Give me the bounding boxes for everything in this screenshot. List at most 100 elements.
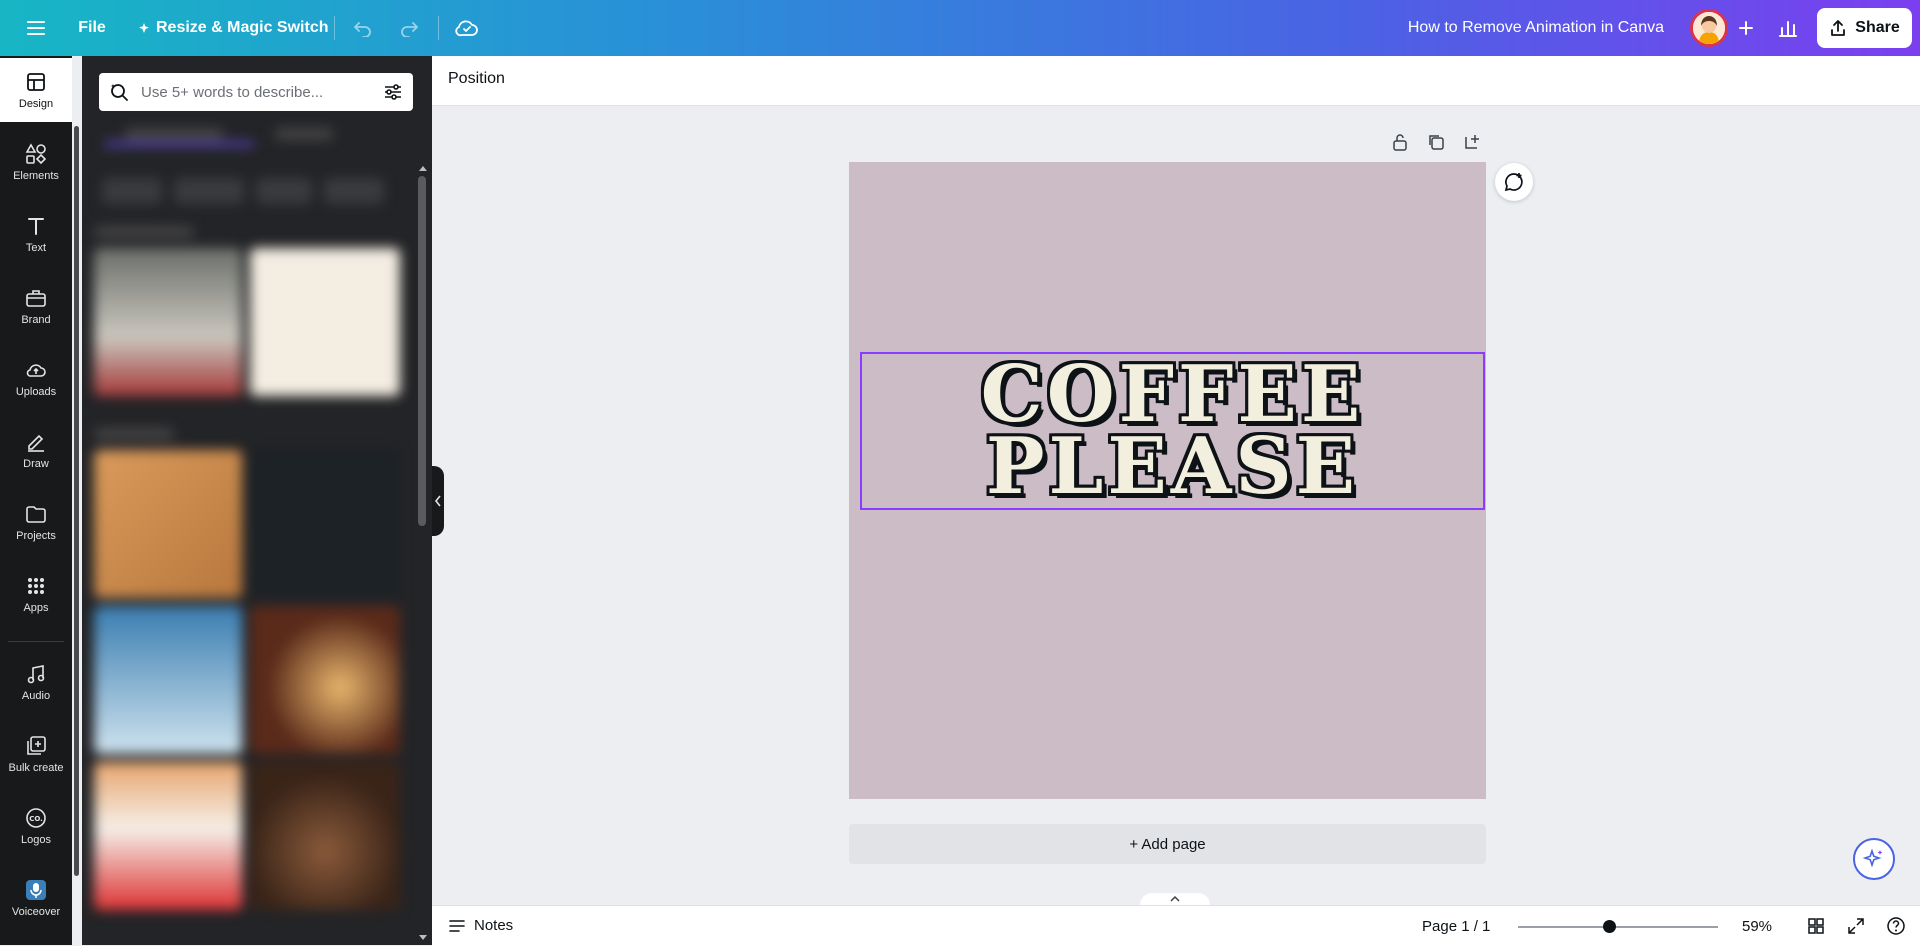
placeholder-block (124, 128, 224, 140)
rail-label: Design (18, 97, 54, 110)
scroll-up-arrow-icon[interactable] (418, 164, 428, 172)
rail-label: Elements (13, 169, 59, 182)
rail-item-uploads[interactable]: Uploads (0, 346, 72, 410)
rail-label: Projects (16, 529, 56, 542)
rail-item-design[interactable]: Design (0, 58, 72, 122)
rail-label: Text (25, 241, 47, 254)
template-thumbnail (250, 450, 400, 598)
logo-icon: CO. (26, 807, 46, 828)
hamburger-icon[interactable] (20, 16, 52, 40)
placeholder-block (274, 128, 334, 140)
chevron-left-icon (434, 495, 441, 507)
placeholder-block (94, 428, 174, 440)
user-avatar[interactable] (1690, 9, 1728, 47)
rail-label: Brand (21, 313, 51, 326)
lock-page-icon[interactable] (1390, 132, 1410, 152)
rail-item-voiceover[interactable]: Voiceover (0, 866, 72, 930)
page-indicator[interactable]: Page 1 / 1 (1422, 918, 1490, 935)
template-thumbnail (250, 606, 400, 754)
magic-search-icon (111, 84, 128, 101)
file-menu-button[interactable]: File (72, 18, 112, 38)
text-icon (28, 217, 44, 235)
template-grid-loading (94, 128, 412, 945)
template-thumbnail (94, 762, 242, 910)
zoom-level[interactable]: 59% (1742, 918, 1772, 935)
comment-add-icon (1504, 173, 1523, 192)
rail-label: Bulk create (8, 761, 64, 774)
layout-icon (27, 72, 45, 91)
briefcase-icon (26, 289, 46, 307)
share-upload-icon (1831, 20, 1846, 36)
chevron-up-icon (1170, 895, 1180, 902)
rail-item-projects[interactable]: Projects (0, 490, 72, 554)
rail-item-brand[interactable]: Brand (0, 274, 72, 338)
template-thumbnail (94, 450, 242, 598)
help-icon[interactable] (1886, 916, 1906, 936)
resize-magic-switch-label: Resize & Magic Switch (156, 19, 329, 36)
duplicate-page-icon[interactable] (1426, 132, 1446, 152)
rail-item-audio[interactable]: Audio (0, 650, 72, 714)
contextual-toolbar: Position (432, 56, 1920, 106)
collapse-panel-button[interactable] (432, 466, 444, 536)
sparkle-crown-icon (139, 23, 149, 33)
rail-scrollbar[interactable] (74, 126, 79, 876)
scroll-down-arrow-icon[interactable] (418, 934, 428, 942)
rail-item-apps[interactable]: Apps (0, 562, 72, 626)
rail-label: Draw (23, 457, 49, 470)
page-actions (1390, 132, 1482, 152)
sparkle-icon (1863, 848, 1883, 868)
fullscreen-icon[interactable] (1846, 916, 1866, 936)
left-rail: Design Elements Text Brand Uploads Draw … (0, 56, 79, 945)
filter-sliders-icon[interactable] (383, 82, 403, 102)
placeholder-block (104, 142, 254, 146)
footer-bar: Notes Page 1 / 1 59% (432, 905, 1920, 946)
show-pages-toggle[interactable] (1140, 893, 1210, 905)
rail-item-logos[interactable]: CO. Logos (0, 794, 72, 858)
resize-magic-switch-button[interactable]: Resize & Magic Switch (138, 18, 329, 38)
design-panel (82, 56, 432, 945)
panel-scrollbar[interactable] (418, 176, 426, 526)
template-search (99, 73, 413, 111)
add-page-icon[interactable] (1462, 132, 1482, 152)
add-comment-button[interactable] (1495, 163, 1533, 201)
redo-icon[interactable] (396, 16, 422, 40)
divider (438, 16, 439, 40)
apps-grid-icon (28, 577, 44, 594)
zoom-slider-handle[interactable] (1603, 920, 1616, 933)
notes-icon (449, 919, 465, 932)
rail-label: Uploads (15, 385, 57, 398)
bulk-create-icon (27, 735, 46, 755)
position-button[interactable]: Position (448, 70, 505, 88)
undo-icon[interactable] (350, 16, 376, 40)
placeholder-block (102, 178, 162, 204)
notes-button[interactable]: Notes (448, 917, 513, 934)
template-thumbnail (250, 762, 400, 910)
search-input[interactable] (139, 82, 383, 102)
rail-item-bulk-create[interactable]: Bulk create (0, 722, 72, 786)
music-note-icon (27, 664, 45, 683)
bar-chart-icon[interactable] (1774, 14, 1802, 42)
share-label: Share (1855, 19, 1900, 36)
rail-label: Apps (23, 601, 49, 614)
placeholder-block (94, 226, 194, 238)
rail-item-text[interactable]: Text (0, 202, 72, 266)
zoom-slider-track[interactable] (1518, 926, 1718, 928)
magic-assistant-button[interactable] (1853, 838, 1895, 880)
rail-item-elements[interactable]: Elements (0, 130, 72, 194)
add-page-button[interactable]: + Add page (849, 824, 1486, 864)
grid-view-icon[interactable] (1806, 916, 1826, 936)
shapes-icon (25, 142, 47, 164)
plus-icon[interactable] (1732, 14, 1760, 42)
cloud-check-icon[interactable] (452, 14, 482, 42)
selection-outline (860, 352, 1485, 510)
share-button[interactable]: Share (1817, 8, 1912, 48)
notes-label: Notes (474, 917, 514, 934)
document-title[interactable]: How to Remove Animation in Canva (1408, 19, 1664, 37)
folder-icon (26, 505, 46, 523)
rail-divider (8, 641, 64, 642)
rail-label: Voiceover (11, 905, 61, 918)
template-thumbnail (94, 248, 242, 396)
rail-item-draw[interactable]: Draw (0, 418, 72, 482)
top-bar: File Resize & Magic Switch How to Remove… (0, 0, 1920, 56)
svg-text:CO.: CO. (29, 815, 43, 823)
